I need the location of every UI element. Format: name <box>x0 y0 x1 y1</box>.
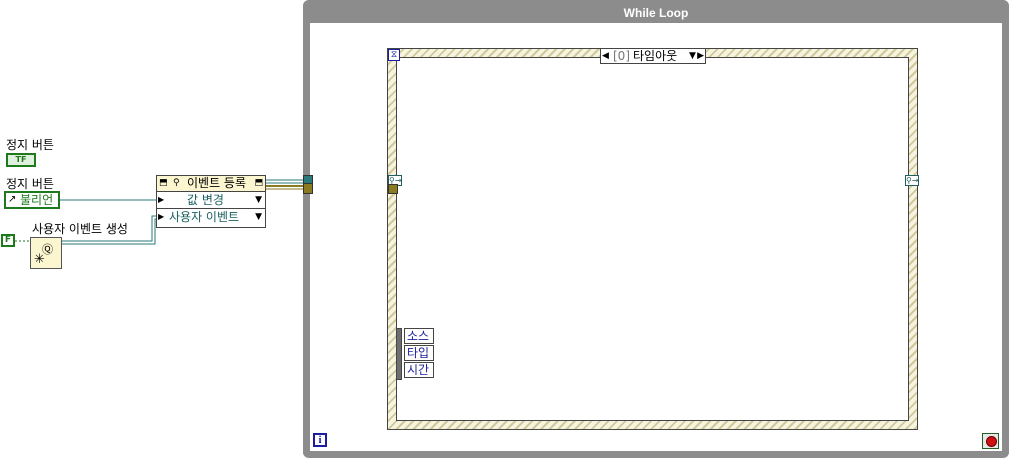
stop-button-label-1: 정지 버튼 <box>6 138 54 152</box>
stop-button-refnum[interactable]: ↗ 불리언 <box>4 191 60 209</box>
event-data-time[interactable]: 시간 <box>404 362 434 378</box>
refnum-icon: ↗ <box>8 194 17 205</box>
sparkle-icon: ✳ <box>34 252 45 267</box>
chevron-down-icon[interactable]: ▼ <box>689 49 696 63</box>
case-index: [0] <box>613 49 630 63</box>
register-node-title: 이벤트 등록 <box>187 176 247 190</box>
prev-case-arrow-icon[interactable]: ◀ <box>602 49 609 63</box>
register-node-header: ⬒ ⚲ 이벤트 등록 ⬒ <box>157 176 265 192</box>
register-row-label: 사용자 이벤트 <box>169 210 240 224</box>
while-loop-title: While Loop <box>303 0 1009 23</box>
event-data-source[interactable]: 소스 <box>404 328 434 344</box>
register-row-value-change[interactable]: ▶ 값 변경 ▼ <box>157 192 265 209</box>
ref-in-icon: ⬒ <box>159 178 168 188</box>
register-row-user-event[interactable]: ▶ 사용자 이벤트 ▼ <box>157 209 265 226</box>
stop-button-terminal[interactable]: TF <box>6 153 36 167</box>
event-tunnel-error[interactable] <box>388 184 398 194</box>
create-user-event-node[interactable]: Ⓠ ✳ <box>30 237 62 269</box>
refnum-type: 불리언 <box>20 193 54 207</box>
event-icon: ⚲ <box>173 178 180 188</box>
loop-tunnel-error[interactable] <box>303 183 313 194</box>
event-data-type[interactable]: 타입 <box>404 345 434 361</box>
event-case-selector[interactable]: ◀ [0] 타임아웃 ▼ ▶ <box>600 48 706 64</box>
row-input-icon: ▶ <box>158 195 165 204</box>
stop-icon <box>986 436 997 447</box>
next-case-arrow-icon[interactable]: ▶ <box>697 49 704 63</box>
timeout-hourglass-icon[interactable]: ⧖ <box>388 49 400 61</box>
event-data-node-handle[interactable] <box>396 328 402 380</box>
create-user-event-label: 사용자 이벤트 생성 <box>32 222 128 236</box>
event-structure-diagram <box>396 57 909 421</box>
ref-out-icon: ⬒ <box>254 178 263 188</box>
chevron-down-icon[interactable]: ▼ <box>255 192 262 208</box>
chevron-down-icon[interactable]: ▼ <box>255 209 262 225</box>
loop-condition-terminal[interactable] <box>982 433 999 449</box>
iteration-terminal: i <box>313 433 327 447</box>
false-constant[interactable]: F <box>1 234 15 247</box>
stop-button-label-2: 정지 버튼 <box>6 177 54 191</box>
dynamic-event-terminal-right[interactable]: ⚲→ <box>905 175 919 186</box>
row-input-icon: ▶ <box>158 212 165 221</box>
register-row-label: 값 변경 <box>187 193 224 207</box>
case-name: 타임아웃 <box>633 49 678 63</box>
register-for-events-node[interactable]: ⬒ ⚲ 이벤트 등록 ⬒ ▶ 값 변경 ▼ ▶ 사용자 이벤트 ▼ <box>156 175 266 228</box>
